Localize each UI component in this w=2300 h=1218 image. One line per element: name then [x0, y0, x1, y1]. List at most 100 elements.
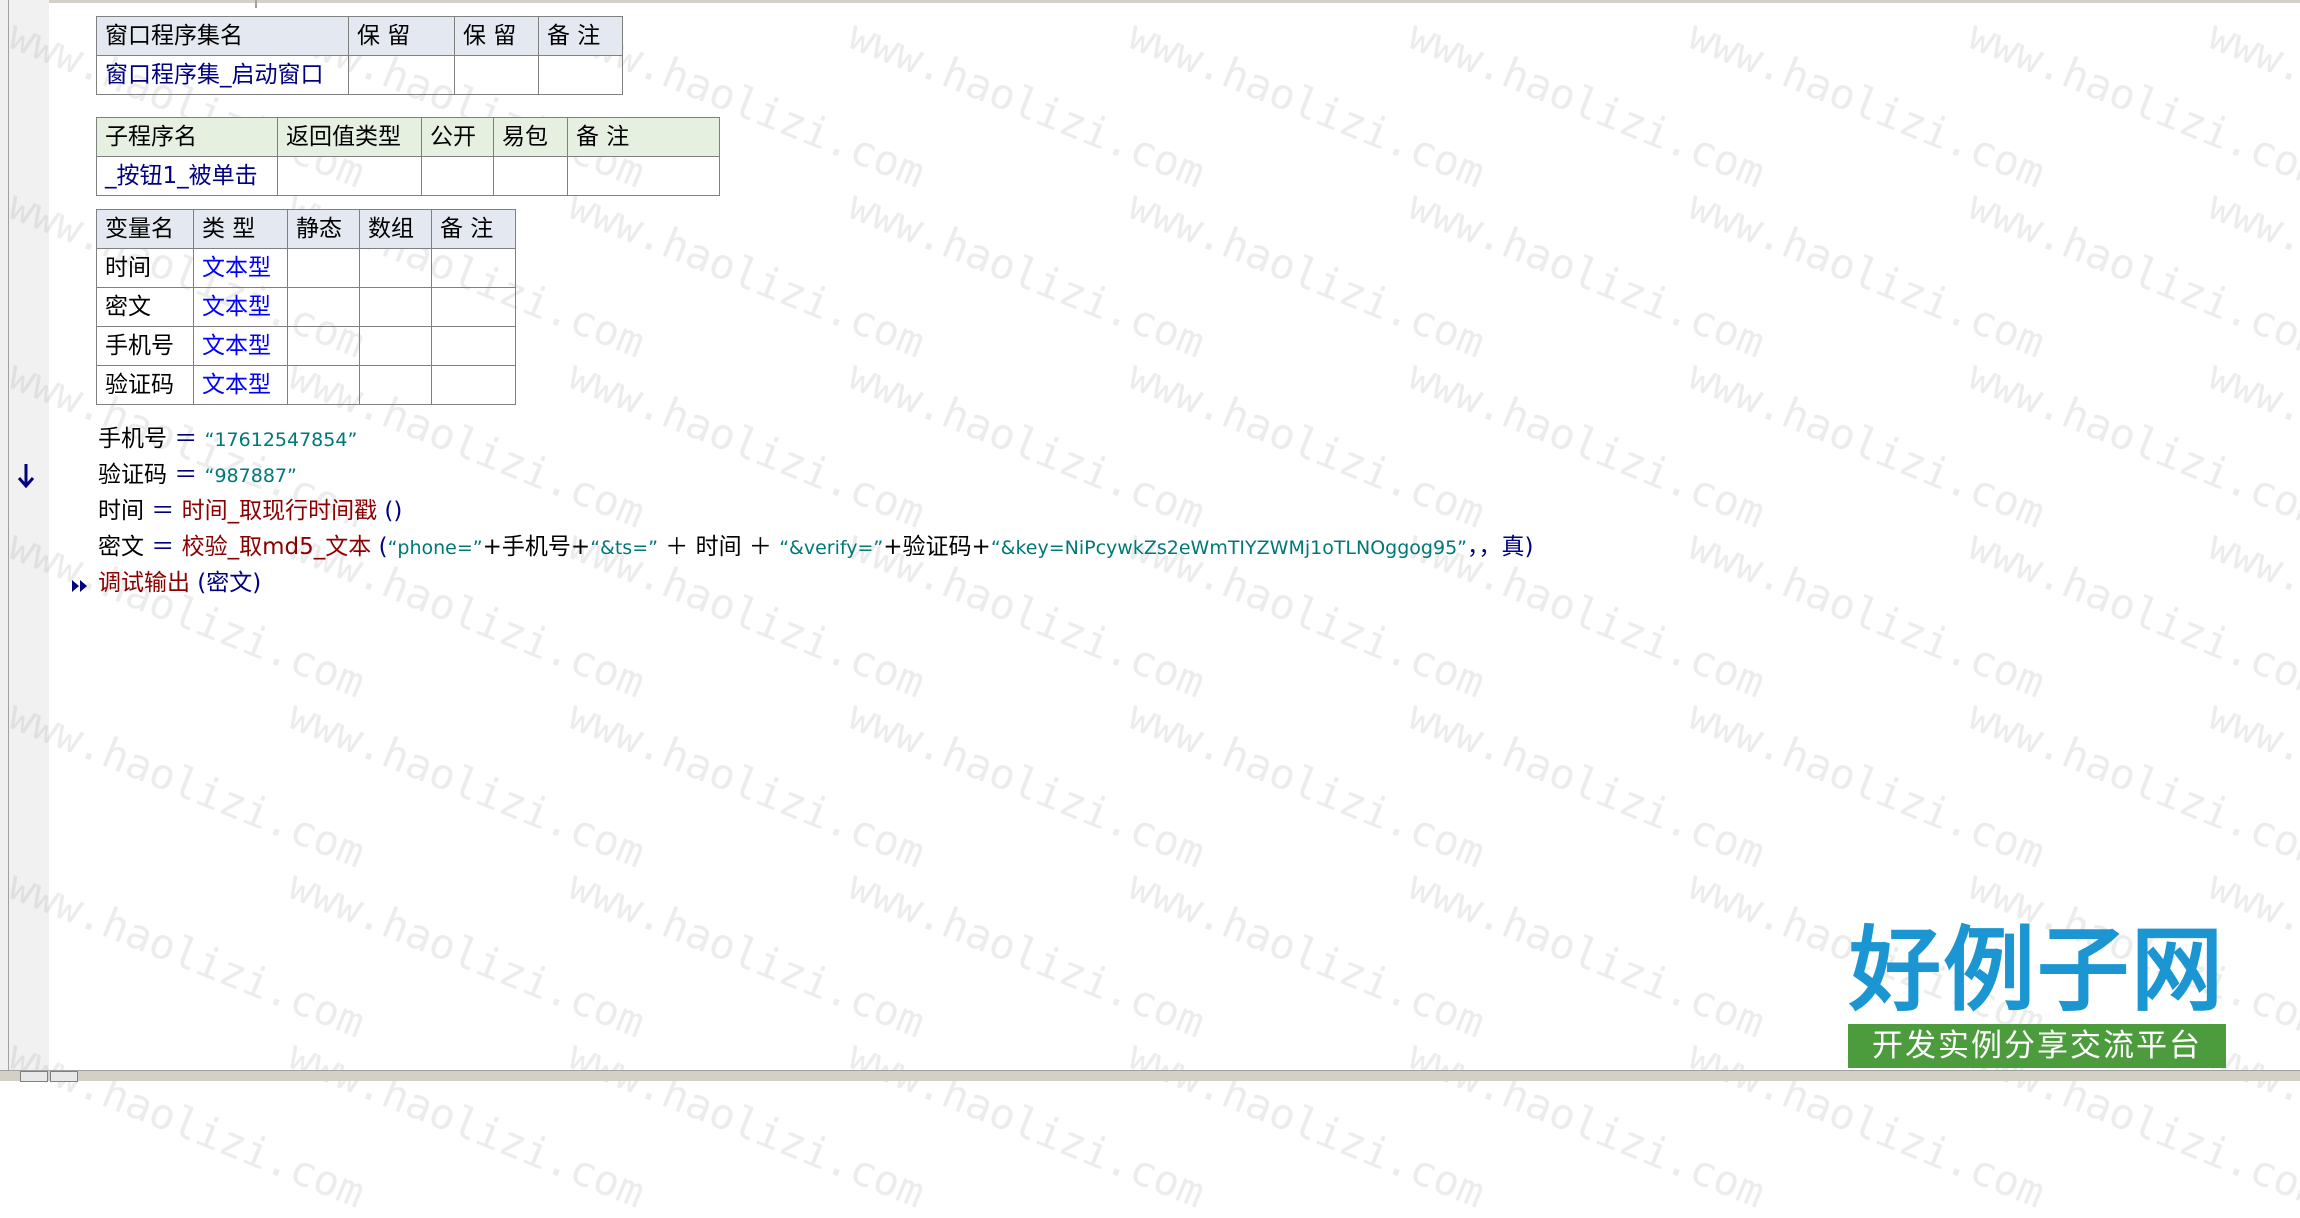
watermark-text: www.haolizi.com: [841, 180, 1212, 368]
var-name-cell[interactable]: 手机号: [96, 326, 194, 366]
table-row[interactable]: 时间 文本型: [96, 248, 516, 288]
var-name-cell[interactable]: 密文: [96, 287, 194, 327]
var-type-cell[interactable]: 文本型: [193, 248, 288, 288]
array-cell[interactable]: [359, 326, 432, 366]
assign-operator: ＝: [167, 462, 205, 488]
remark-cell[interactable]: [431, 248, 516, 288]
public-cell[interactable]: [421, 156, 494, 196]
watermark-text: www.haolizi.com: [1401, 10, 1772, 198]
logo-tagline: 开发实例分享交流平台: [1848, 1024, 2226, 1068]
double-arrow-icon[interactable]: [70, 576, 92, 596]
remark-cell[interactable]: [431, 287, 516, 327]
watermark-text: www.haolizi.com: [2201, 350, 2300, 538]
watermark-text: www.haolizi.com: [561, 180, 932, 368]
static-cell[interactable]: [287, 365, 360, 405]
watermark-text: www.haolizi.com: [841, 860, 1212, 1048]
watermark-text: www.haolizi.com: [1121, 1030, 1492, 1218]
arrow-down-icon[interactable]: [16, 460, 36, 490]
easy-pack-cell[interactable]: [493, 156, 568, 196]
function-name: 时间_取现行时间戳: [181, 498, 378, 524]
watermark-text: www.haolizi.com: [1121, 690, 1492, 878]
var-type-cell[interactable]: 文本型: [193, 287, 288, 327]
easy-pack-header: 易包: [493, 117, 568, 157]
reserved-cell-1[interactable]: [348, 55, 455, 95]
string-literal: “17612547854”: [204, 429, 358, 451]
return-type-header: 返回值类型: [277, 117, 422, 157]
watermark-text: www.haolizi.com: [2201, 180, 2300, 368]
watermark-text: www.haolizi.com: [841, 350, 1212, 538]
watermark-text: www.haolizi.com: [1, 860, 372, 1048]
remark-header: 备 注: [431, 209, 516, 249]
watermark-text: www.haolizi.com: [1121, 180, 1492, 368]
program-set-name-cell[interactable]: 窗口程序集_启动窗口: [96, 55, 349, 95]
string-literal: “&verify=”: [779, 537, 884, 559]
var-type-cell[interactable]: 文本型: [193, 365, 288, 405]
table-row[interactable]: 验证码 文本型: [96, 365, 516, 405]
scroll-right-button[interactable]: [50, 1071, 78, 1082]
static-cell[interactable]: [287, 287, 360, 327]
assign-operator: ＝: [167, 426, 205, 452]
line-gutter[interactable]: [9, 0, 49, 1080]
code-line-1[interactable]: 手机号 ＝ “17612547854”: [98, 424, 357, 455]
watermark-text: www.haolizi.com: [1961, 690, 2300, 878]
string-literal: “&key=NiPcywkZs2eWmTIYZWMj1oTLNOggog95”: [990, 537, 1468, 559]
subroutine-name-cell[interactable]: _按钮1_被单击: [96, 156, 278, 196]
table-row[interactable]: 手机号 文本型: [96, 326, 516, 366]
watermark-text: www.haolizi.com: [1401, 860, 1772, 1048]
code-line-3[interactable]: 时间 ＝ 时间_取现行时间戳 (): [98, 496, 402, 526]
program-set-table: 窗口程序集名 保 留 保 留 备 注 窗口程序集_启动窗口: [96, 16, 623, 95]
code-line-5[interactable]: 调试输出 (密文): [98, 568, 261, 598]
site-logo: 好例子网 开发实例分享交流平台: [1848, 920, 2226, 1070]
array-cell[interactable]: [359, 248, 432, 288]
watermark-text: www.haolizi.com: [1961, 180, 2300, 368]
watermark-text: www.haolizi.com: [561, 860, 932, 1048]
function-name: 校验_取md5_文本: [181, 534, 372, 560]
watermark-text: www.haolizi.com: [1681, 350, 2052, 538]
watermark-text: www.haolizi.com: [561, 350, 932, 538]
table-row[interactable]: 密文 文本型: [96, 287, 516, 327]
watermark-text: www.haolizi.com: [281, 1030, 652, 1218]
arg-separator: ，，: [1467, 534, 1502, 560]
watermark-text: www.haolizi.com: [1121, 10, 1492, 198]
paren-open: (: [371, 534, 388, 560]
watermark-text: www.haolizi.com: [1681, 180, 2052, 368]
code-line-4[interactable]: 密文 ＝ 校验_取md5_文本 (“phone=”+手机号+“&ts=” ＋ 时…: [98, 532, 1534, 563]
reserved-cell-2[interactable]: [454, 55, 539, 95]
top-splitter[interactable]: [255, 0, 257, 8]
string-literal: “phone=”: [387, 537, 483, 559]
var-type-header: 类 型: [193, 209, 288, 249]
logo-title: 好例子网: [1848, 916, 2225, 1024]
variable-table: 变量名 类 型 静态 数组 备 注 时间 文本型 密文 文本型 手机号 文本型 …: [96, 209, 516, 405]
assign-target: 验证码: [98, 462, 167, 488]
array-cell[interactable]: [359, 365, 432, 405]
var-name-cell[interactable]: 验证码: [96, 365, 194, 405]
remark-cell[interactable]: [431, 326, 516, 366]
watermark-text: www.haolizi.com: [1961, 350, 2300, 538]
static-cell[interactable]: [287, 326, 360, 366]
static-cell[interactable]: [287, 248, 360, 288]
scroll-left-button[interactable]: [20, 1071, 48, 1082]
array-cell[interactable]: [359, 287, 432, 327]
concat-expr: ＋ 时间 ＋: [657, 534, 780, 560]
function-name: 调试输出: [98, 570, 190, 596]
function-args: (): [377, 498, 403, 524]
watermark-text: www.haolizi.com: [2201, 10, 2300, 198]
code-line-2[interactable]: 验证码 ＝ “987887”: [98, 460, 297, 491]
remark-cell[interactable]: [431, 365, 516, 405]
watermark-text: www.haolizi.com: [1, 1030, 372, 1218]
var-name-cell[interactable]: 时间: [96, 248, 194, 288]
bottom-scrollbar[interactable]: [0, 1070, 2300, 1081]
remark-cell[interactable]: [538, 55, 623, 95]
return-type-cell[interactable]: [277, 156, 422, 196]
remark-header: 备 注: [567, 117, 720, 157]
remark-cell[interactable]: [567, 156, 720, 196]
watermark-text: www.haolizi.com: [1681, 690, 2052, 878]
assign-operator: ＝: [144, 534, 182, 560]
boolean-literal: 真: [1501, 534, 1525, 560]
left-border: [0, 0, 9, 1080]
remark-header: 备 注: [538, 16, 623, 56]
var-type-cell[interactable]: 文本型: [193, 326, 288, 366]
watermark-text: www.haolizi.com: [1121, 860, 1492, 1048]
watermark-text: www.haolizi.com: [1401, 180, 1772, 368]
function-args: (密文): [190, 570, 262, 596]
